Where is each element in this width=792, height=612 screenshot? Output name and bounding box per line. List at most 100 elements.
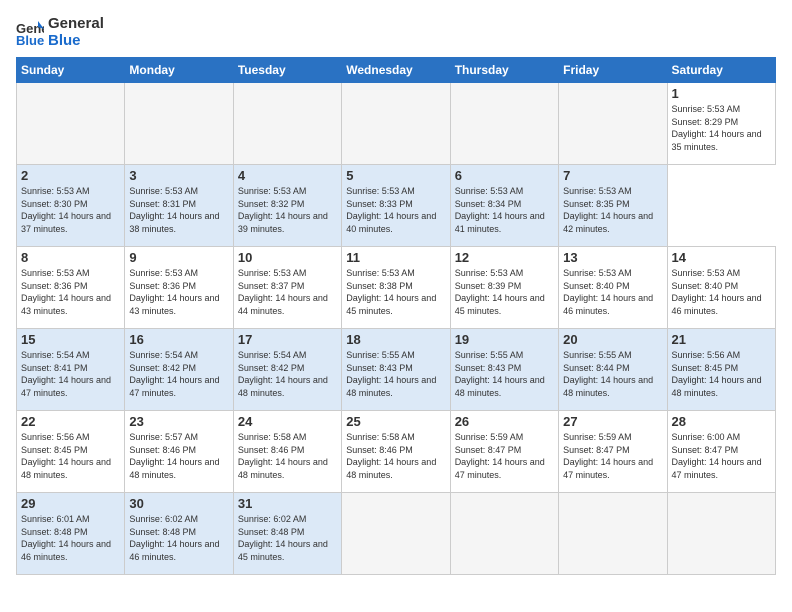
day-cell-4: 4 Sunrise: 5:53 AMSunset: 8:32 PMDayligh… (233, 165, 341, 247)
empty-cell (667, 493, 775, 575)
day-number: 20 (563, 332, 662, 347)
logo-line1: General (48, 16, 104, 33)
day-number: 4 (238, 168, 337, 183)
day-cell-13: 13 Sunrise: 5:53 AMSunset: 8:40 PMDaylig… (559, 247, 667, 329)
day-number: 14 (672, 250, 771, 265)
day-info: Sunrise: 5:56 AMSunset: 8:45 PMDaylight:… (672, 349, 771, 399)
day-info: Sunrise: 5:58 AMSunset: 8:46 PMDaylight:… (346, 431, 445, 481)
day-cell-18: 18 Sunrise: 5:55 AMSunset: 8:43 PMDaylig… (342, 329, 450, 411)
day-number: 16 (129, 332, 228, 347)
day-info: Sunrise: 5:53 AMSunset: 8:38 PMDaylight:… (346, 267, 445, 317)
day-number: 19 (455, 332, 554, 347)
empty-cell (342, 83, 450, 165)
day-cell-19: 19 Sunrise: 5:55 AMSunset: 8:43 PMDaylig… (450, 329, 558, 411)
day-info: Sunrise: 5:55 AMSunset: 8:43 PMDaylight:… (455, 349, 554, 399)
day-info: Sunrise: 5:53 AMSunset: 8:39 PMDaylight:… (455, 267, 554, 317)
day-cell-15: 15 Sunrise: 5:54 AMSunset: 8:41 PMDaylig… (17, 329, 125, 411)
day-info: Sunrise: 5:57 AMSunset: 8:46 PMDaylight:… (129, 431, 228, 481)
day-info: Sunrise: 5:58 AMSunset: 8:46 PMDaylight:… (238, 431, 337, 481)
week-row-6: 29 Sunrise: 6:01 AMSunset: 8:48 PMDaylig… (17, 493, 776, 575)
day-info: Sunrise: 5:53 AMSunset: 8:30 PMDaylight:… (21, 185, 120, 235)
day-info: Sunrise: 5:53 AMSunset: 8:31 PMDaylight:… (129, 185, 228, 235)
day-number: 21 (672, 332, 771, 347)
day-number: 11 (346, 250, 445, 265)
day-info: Sunrise: 5:53 AMSunset: 8:32 PMDaylight:… (238, 185, 337, 235)
day-cell-27: 27 Sunrise: 5:59 AMSunset: 8:47 PMDaylig… (559, 411, 667, 493)
day-number: 31 (238, 496, 337, 511)
day-number: 1 (672, 86, 771, 101)
day-number: 18 (346, 332, 445, 347)
day-cell-3: 3 Sunrise: 5:53 AMSunset: 8:31 PMDayligh… (125, 165, 233, 247)
day-info: Sunrise: 5:55 AMSunset: 8:43 PMDaylight:… (346, 349, 445, 399)
empty-cell (125, 83, 233, 165)
day-cell-17: 17 Sunrise: 5:54 AMSunset: 8:42 PMDaylig… (233, 329, 341, 411)
day-cell-6: 6 Sunrise: 5:53 AMSunset: 8:34 PMDayligh… (450, 165, 558, 247)
day-number: 2 (21, 168, 120, 183)
logo-line2: Blue (48, 33, 104, 50)
empty-cell (450, 83, 558, 165)
week-row-4: 15 Sunrise: 5:54 AMSunset: 8:41 PMDaylig… (17, 329, 776, 411)
day-cell-30: 30 Sunrise: 6:02 AMSunset: 8:48 PMDaylig… (125, 493, 233, 575)
week-row-2: 2 Sunrise: 5:53 AMSunset: 8:30 PMDayligh… (17, 165, 776, 247)
col-header-friday: Friday (559, 58, 667, 83)
day-info: Sunrise: 5:53 AMSunset: 8:40 PMDaylight:… (563, 267, 662, 317)
day-number: 12 (455, 250, 554, 265)
day-number: 9 (129, 250, 228, 265)
calendar-table: SundayMondayTuesdayWednesdayThursdayFrid… (16, 57, 776, 575)
day-cell-16: 16 Sunrise: 5:54 AMSunset: 8:42 PMDaylig… (125, 329, 233, 411)
day-cell-8: 8 Sunrise: 5:53 AMSunset: 8:36 PMDayligh… (17, 247, 125, 329)
day-info: Sunrise: 5:54 AMSunset: 8:42 PMDaylight:… (129, 349, 228, 399)
day-cell-1: 1 Sunrise: 5:53 AMSunset: 8:29 PMDayligh… (667, 83, 775, 165)
week-row-5: 22 Sunrise: 5:56 AMSunset: 8:45 PMDaylig… (17, 411, 776, 493)
day-info: Sunrise: 5:56 AMSunset: 8:45 PMDaylight:… (21, 431, 120, 481)
day-info: Sunrise: 5:53 AMSunset: 8:29 PMDaylight:… (672, 103, 771, 153)
day-number: 30 (129, 496, 228, 511)
day-number: 15 (21, 332, 120, 347)
day-info: Sunrise: 5:53 AMSunset: 8:36 PMDaylight:… (129, 267, 228, 317)
day-cell-28: 28 Sunrise: 6:00 AMSunset: 8:47 PMDaylig… (667, 411, 775, 493)
day-number: 10 (238, 250, 337, 265)
logo: General Blue General Blue (16, 16, 104, 49)
day-cell-21: 21 Sunrise: 5:56 AMSunset: 8:45 PMDaylig… (667, 329, 775, 411)
day-info: Sunrise: 5:59 AMSunset: 8:47 PMDaylight:… (563, 431, 662, 481)
empty-cell (17, 83, 125, 165)
day-cell-23: 23 Sunrise: 5:57 AMSunset: 8:46 PMDaylig… (125, 411, 233, 493)
day-cell-20: 20 Sunrise: 5:55 AMSunset: 8:44 PMDaylig… (559, 329, 667, 411)
header: General Blue General Blue (16, 16, 776, 49)
day-number: 6 (455, 168, 554, 183)
day-number: 29 (21, 496, 120, 511)
day-cell-24: 24 Sunrise: 5:58 AMSunset: 8:46 PMDaylig… (233, 411, 341, 493)
day-info: Sunrise: 5:54 AMSunset: 8:42 PMDaylight:… (238, 349, 337, 399)
day-info: Sunrise: 6:02 AMSunset: 8:48 PMDaylight:… (238, 513, 337, 563)
week-row-1: 1 Sunrise: 5:53 AMSunset: 8:29 PMDayligh… (17, 83, 776, 165)
week-row-3: 8 Sunrise: 5:53 AMSunset: 8:36 PMDayligh… (17, 247, 776, 329)
day-info: Sunrise: 5:59 AMSunset: 8:47 PMDaylight:… (455, 431, 554, 481)
col-header-thursday: Thursday (450, 58, 558, 83)
day-number: 3 (129, 168, 228, 183)
day-info: Sunrise: 5:53 AMSunset: 8:33 PMDaylight:… (346, 185, 445, 235)
day-number: 13 (563, 250, 662, 265)
empty-cell (559, 83, 667, 165)
day-number: 24 (238, 414, 337, 429)
day-number: 23 (129, 414, 228, 429)
day-info: Sunrise: 5:53 AMSunset: 8:40 PMDaylight:… (672, 267, 771, 317)
day-cell-31: 31 Sunrise: 6:02 AMSunset: 8:48 PMDaylig… (233, 493, 341, 575)
day-number: 8 (21, 250, 120, 265)
day-number: 7 (563, 168, 662, 183)
col-header-tuesday: Tuesday (233, 58, 341, 83)
col-header-wednesday: Wednesday (342, 58, 450, 83)
day-info: Sunrise: 6:02 AMSunset: 8:48 PMDaylight:… (129, 513, 228, 563)
day-number: 25 (346, 414, 445, 429)
day-cell-9: 9 Sunrise: 5:53 AMSunset: 8:36 PMDayligh… (125, 247, 233, 329)
day-cell-7: 7 Sunrise: 5:53 AMSunset: 8:35 PMDayligh… (559, 165, 667, 247)
day-cell-29: 29 Sunrise: 6:01 AMSunset: 8:48 PMDaylig… (17, 493, 125, 575)
day-cell-25: 25 Sunrise: 5:58 AMSunset: 8:46 PMDaylig… (342, 411, 450, 493)
svg-text:Blue: Blue (16, 33, 44, 47)
day-info: Sunrise: 6:01 AMSunset: 8:48 PMDaylight:… (21, 513, 120, 563)
day-cell-22: 22 Sunrise: 5:56 AMSunset: 8:45 PMDaylig… (17, 411, 125, 493)
day-cell-5: 5 Sunrise: 5:53 AMSunset: 8:33 PMDayligh… (342, 165, 450, 247)
day-number: 5 (346, 168, 445, 183)
day-number: 27 (563, 414, 662, 429)
day-info: Sunrise: 5:55 AMSunset: 8:44 PMDaylight:… (563, 349, 662, 399)
day-number: 28 (672, 414, 771, 429)
